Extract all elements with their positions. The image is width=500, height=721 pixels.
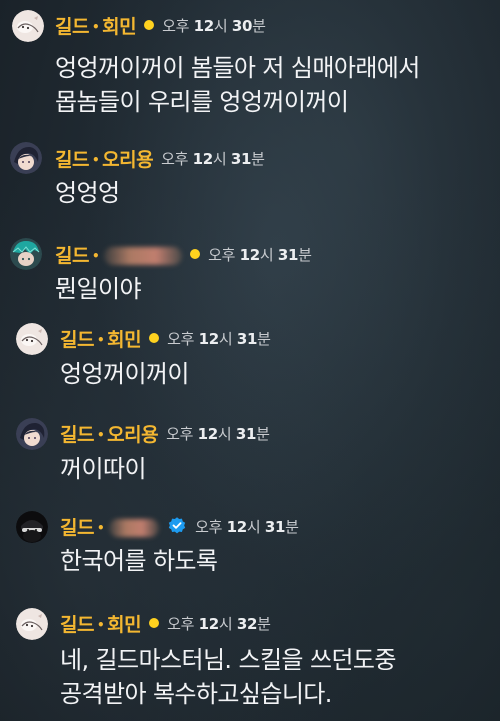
timestamp: 오후 12시 31분: [208, 245, 312, 264]
verified-check-badge-icon: [167, 516, 187, 536]
sender-name[interactable]: 길드 •: [60, 513, 160, 540]
online-status-dot-icon: [144, 20, 155, 30]
message-header: 길드 • 오후 12시 31분: [55, 241, 312, 267]
sender-name[interactable]: 길드 • 오리용: [55, 145, 154, 172]
user-avatar[interactable]: [12, 10, 44, 42]
message-header: 길드 • 오리용 오후 12시 31분: [60, 420, 270, 446]
message-text-line: 네, 길드마스터님. 스킬을 쓰던도중: [60, 646, 396, 674]
blurred-username: [104, 247, 183, 265]
user-avatar[interactable]: [10, 142, 42, 174]
message-text-line: 뭔일이야: [55, 275, 142, 303]
message-header: 길드 • 회민 오후 12시 31분: [60, 325, 271, 351]
user-avatar[interactable]: [16, 323, 48, 355]
message-header: 길드 • 회민 오후 12시 30분: [55, 12, 266, 38]
user-avatar[interactable]: [16, 608, 48, 640]
sender-name[interactable]: 길드 • 오리용: [60, 420, 159, 447]
message-header: 길드 • 오후 12시 31분: [60, 513, 299, 539]
user-avatar[interactable]: [16, 418, 48, 450]
user-avatar[interactable]: [10, 238, 42, 270]
timestamp: 오후 12시 30분: [162, 16, 266, 35]
online-status-dot-icon: [149, 618, 160, 628]
message-text-line: 꺼이따이: [60, 455, 147, 483]
user-avatar[interactable]: [16, 511, 48, 543]
sender-name[interactable]: 길드 •: [55, 241, 183, 268]
online-status-dot-icon: [149, 333, 160, 343]
timestamp: 오후 12시 31분: [166, 424, 270, 443]
timestamp: 오후 12시 31분: [167, 329, 271, 348]
sender-name[interactable]: 길드 • 회민: [60, 325, 142, 352]
sender-name[interactable]: 길드 • 회민: [55, 12, 137, 39]
online-status-dot-icon: [190, 249, 201, 259]
message-header: 길드 • 회민 오후 12시 32분: [60, 610, 271, 636]
message-text-line: 한국어를 하도록: [60, 547, 218, 575]
message-text-line: 엉엉꺼이꺼이: [60, 360, 189, 388]
message-text-line: 엉엉꺼이꺼이 봄들아 저 심매아래에서: [55, 54, 420, 82]
message-text-line: 공격받아 복수하고싶습니다.: [60, 680, 332, 708]
timestamp: 오후 12시 32분: [167, 614, 271, 633]
blurred-username: [109, 519, 160, 537]
sender-name[interactable]: 길드 • 회민: [60, 610, 142, 637]
timestamp: 오후 12시 31분: [161, 149, 265, 168]
timestamp: 오후 12시 31분: [195, 517, 299, 536]
message-text-line: 몹놈들이 우리를 엉엉꺼이꺼이: [55, 88, 349, 116]
message-text-line: 엉엉엉: [55, 179, 120, 207]
message-header: 길드 • 오리용 오후 12시 31분: [55, 145, 265, 171]
